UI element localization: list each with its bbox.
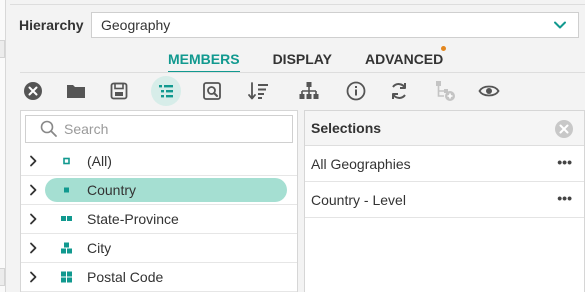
list-view-icon[interactable]	[151, 76, 181, 106]
state-level-icon	[61, 216, 72, 221]
hierarchy-tree-icon[interactable]	[294, 76, 324, 106]
tree-item-pill	[45, 265, 287, 289]
more-options-icon[interactable]: •••	[557, 190, 572, 206]
selection-item[interactable]: All Geographies •••	[305, 146, 584, 182]
expand-arrow-icon[interactable]	[27, 155, 39, 167]
member-tree: (All) Country State-Province City Postal…	[21, 147, 297, 292]
tab-divider	[20, 72, 585, 73]
members-panel: (All) Country State-Province City Postal…	[20, 110, 298, 292]
selections-title: Selections	[311, 120, 382, 136]
search-icon	[40, 120, 57, 137]
tab-members[interactable]: MEMBERS	[168, 48, 240, 73]
search-members-icon[interactable]	[197, 76, 227, 106]
chevron-down-icon	[554, 21, 566, 29]
tree-item-country[interactable]: Country	[21, 176, 297, 205]
expand-arrow-icon[interactable]	[27, 242, 39, 254]
country-level-icon	[64, 187, 69, 193]
advanced-indicator-dot	[441, 46, 447, 51]
add-child-icon[interactable]	[430, 76, 460, 106]
tree-item-all[interactable]: (All)	[21, 147, 297, 176]
refresh-icon[interactable]	[384, 76, 414, 106]
hierarchy-dropdown[interactable]: Geography	[91, 12, 579, 38]
tab-advanced-label: ADVANCED	[364, 51, 444, 67]
tab-members-label: MEMBERS	[168, 51, 240, 67]
left-edge-panel	[0, 0, 6, 292]
tab-bar: MEMBERS DISPLAY ADVANCED	[168, 46, 476, 73]
tree-item-selected-pill	[45, 178, 287, 202]
save-icon[interactable]	[104, 76, 134, 106]
toolbar	[18, 76, 518, 106]
selection-item[interactable]: Country - Level •••	[305, 182, 584, 218]
expand-arrow-icon[interactable]	[27, 213, 39, 225]
hierarchy-row: Hierarchy Geography	[19, 12, 579, 38]
tab-display[interactable]: DISPLAY	[273, 48, 332, 70]
search-input[interactable]	[64, 121, 264, 137]
tree-item-postal-code[interactable]: Postal Code	[21, 263, 297, 292]
tab-advanced[interactable]: ADVANCED	[364, 46, 447, 70]
search-box[interactable]	[25, 115, 293, 143]
postal-level-icon	[61, 271, 72, 283]
top-divider	[10, 4, 585, 5]
hierarchy-label: Hierarchy	[19, 17, 84, 33]
selections-header: Selections	[305, 111, 584, 146]
tree-item-city[interactable]: City	[21, 234, 297, 263]
eye-icon[interactable]	[474, 76, 504, 106]
left-edge-tab-bottom	[0, 268, 5, 286]
tree-item-label: (All)	[87, 153, 112, 169]
clear-selections-icon[interactable]	[554, 119, 574, 139]
all-level-icon	[63, 157, 70, 165]
hierarchy-selected-value: Geography	[101, 17, 171, 33]
tree-item-label: State-Province	[87, 211, 179, 227]
sort-icon[interactable]	[244, 76, 274, 106]
city-level-icon	[61, 242, 72, 254]
expand-arrow-icon[interactable]	[27, 184, 39, 196]
tree-item-label: Postal Code	[87, 269, 164, 285]
close-circle-icon[interactable]	[18, 76, 48, 106]
expand-arrow-icon[interactable]	[27, 271, 39, 283]
tree-item-pill	[45, 236, 287, 260]
tree-item-state-province[interactable]: State-Province	[21, 205, 297, 234]
tree-item-label: Country	[87, 182, 137, 198]
selection-item-label: Country - Level	[311, 191, 406, 208]
left-edge-tab	[0, 40, 5, 58]
more-options-icon[interactable]: •••	[557, 154, 572, 170]
selection-item-label: All Geographies	[311, 155, 411, 172]
info-icon[interactable]	[341, 76, 371, 106]
selections-panel: Selections All Geographies ••• Country -…	[304, 110, 585, 292]
folder-icon[interactable]	[61, 76, 91, 106]
tree-item-label: City	[87, 240, 112, 256]
tab-display-label: DISPLAY	[272, 51, 332, 67]
tree-item-pill	[45, 149, 287, 173]
